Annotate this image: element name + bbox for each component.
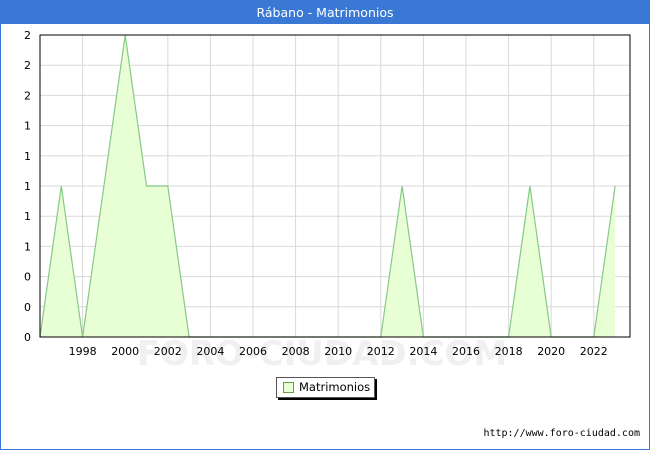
x-tick-label: 2002 — [154, 345, 182, 358]
x-tick-label: 2022 — [580, 345, 608, 358]
y-tick-label: 0 — [24, 331, 31, 344]
legend-swatch — [283, 382, 294, 393]
y-tick-label: 1 — [24, 210, 31, 223]
legend: Matrimonios — [276, 377, 375, 398]
x-tick-label: 2000 — [111, 345, 139, 358]
y-tick-label: 1 — [24, 150, 31, 163]
x-tick-label: 2008 — [282, 345, 310, 358]
x-tick-label: 2012 — [367, 345, 395, 358]
x-tick-label: 2014 — [409, 345, 437, 358]
y-tick-label: 2 — [24, 29, 31, 42]
x-tick-label: 2004 — [196, 345, 224, 358]
x-tick-label: 2020 — [537, 345, 565, 358]
legend-label: Matrimonios — [299, 380, 371, 394]
x-tick-label: 2018 — [495, 345, 523, 358]
y-tick-label: 1 — [24, 120, 31, 133]
y-tick-label: 0 — [24, 301, 31, 314]
x-tick-label: 1998 — [69, 345, 97, 358]
y-tick-label: 2 — [24, 89, 31, 102]
x-tick-label: 2010 — [324, 345, 352, 358]
y-tick-label: 1 — [24, 180, 31, 193]
y-tick-label: 1 — [24, 240, 31, 253]
y-tick-label: 0 — [24, 271, 31, 284]
x-tick-label: 2006 — [239, 345, 267, 358]
y-axis-ticks: 0 0 0 1 1 1 1 1 2 2 2 — [24, 29, 31, 344]
x-tick-label: 2016 — [452, 345, 480, 358]
source-url[interactable]: http://www.foro-ciudad.com — [483, 428, 640, 439]
y-tick-label: 2 — [24, 59, 31, 72]
